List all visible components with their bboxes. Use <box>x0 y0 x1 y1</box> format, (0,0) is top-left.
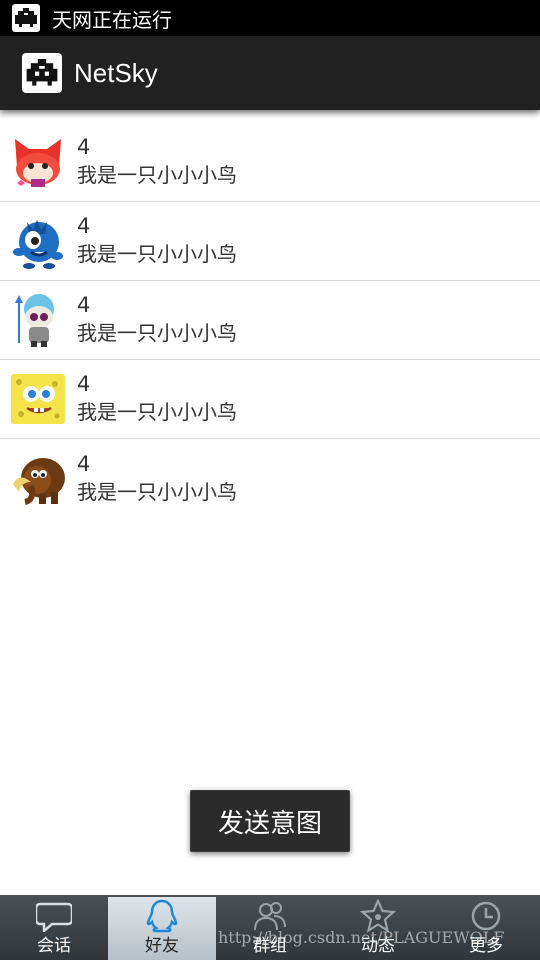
friend-name: 4 <box>77 135 91 159</box>
qq-penguin-icon <box>142 897 182 935</box>
friend-name: 4 <box>77 451 91 476</box>
tab-activity[interactable]: 动态 <box>324 895 432 960</box>
friend-name: 4 <box>77 293 91 317</box>
list-item[interactable]: 4 我是一只小小小鸟 <box>0 123 540 202</box>
friend-list: 4 我是一只小小小鸟 4 我是一只小小小鸟 4 我是一只小小小鸟 4 我是一只小… <box>0 123 540 518</box>
status-text: 天网正在运行 <box>52 7 172 32</box>
tab-label: 动态 <box>361 936 395 956</box>
chat-bubble-icon <box>34 897 74 935</box>
status-bar: 天网正在运行 <box>0 0 540 36</box>
netsky-logo-icon[interactable] <box>22 53 62 93</box>
friend-signature: 我是一只小小小鸟 <box>77 479 237 504</box>
friend-signature: 我是一只小小小鸟 <box>77 163 237 187</box>
group-people-icon <box>250 897 290 935</box>
friend-signature: 我是一只小小小鸟 <box>77 400 237 424</box>
friend-signature: 我是一只小小小鸟 <box>77 321 237 345</box>
action-bar: NetSky <box>0 36 540 110</box>
friend-name: 4 <box>77 372 91 396</box>
netsky-small-icon <box>12 4 40 32</box>
list-item[interactable]: 4 我是一只小小小鸟 <box>0 281 540 360</box>
star-icon <box>358 897 398 935</box>
skull-warrior-avatar <box>8 290 68 350</box>
sponge-avatar <box>8 369 68 429</box>
tab-label: 更多 <box>469 936 503 956</box>
list-item[interactable]: 4 我是一只小小小鸟 <box>0 202 540 281</box>
blue-monster-avatar <box>8 211 68 271</box>
tab-groups[interactable]: 群组 <box>216 895 324 960</box>
mammoth-avatar <box>8 449 68 509</box>
list-item[interactable]: 4 我是一只小小小鸟 <box>0 439 540 518</box>
clock-icon <box>466 897 506 935</box>
tab-label: 群组 <box>253 936 287 956</box>
tab-more[interactable]: 更多 <box>432 895 540 960</box>
tab-label: 会话 <box>37 936 71 956</box>
tab-friends[interactable]: 好友 <box>108 897 216 960</box>
friend-signature: 我是一只小小小鸟 <box>77 242 237 266</box>
list-item[interactable]: 4 我是一只小小小鸟 <box>0 360 540 439</box>
tab-label: 好友 <box>145 936 179 956</box>
bottom-tab-bar: 会话 好友 群组 动态 更多 <box>0 895 540 960</box>
toast-message: 发送意图 <box>190 790 350 852</box>
friend-name: 4 <box>77 214 91 238</box>
red-fox-avatar <box>8 132 68 192</box>
app-title: NetSky <box>74 57 158 88</box>
tab-conversations[interactable]: 会话 <box>0 895 108 960</box>
